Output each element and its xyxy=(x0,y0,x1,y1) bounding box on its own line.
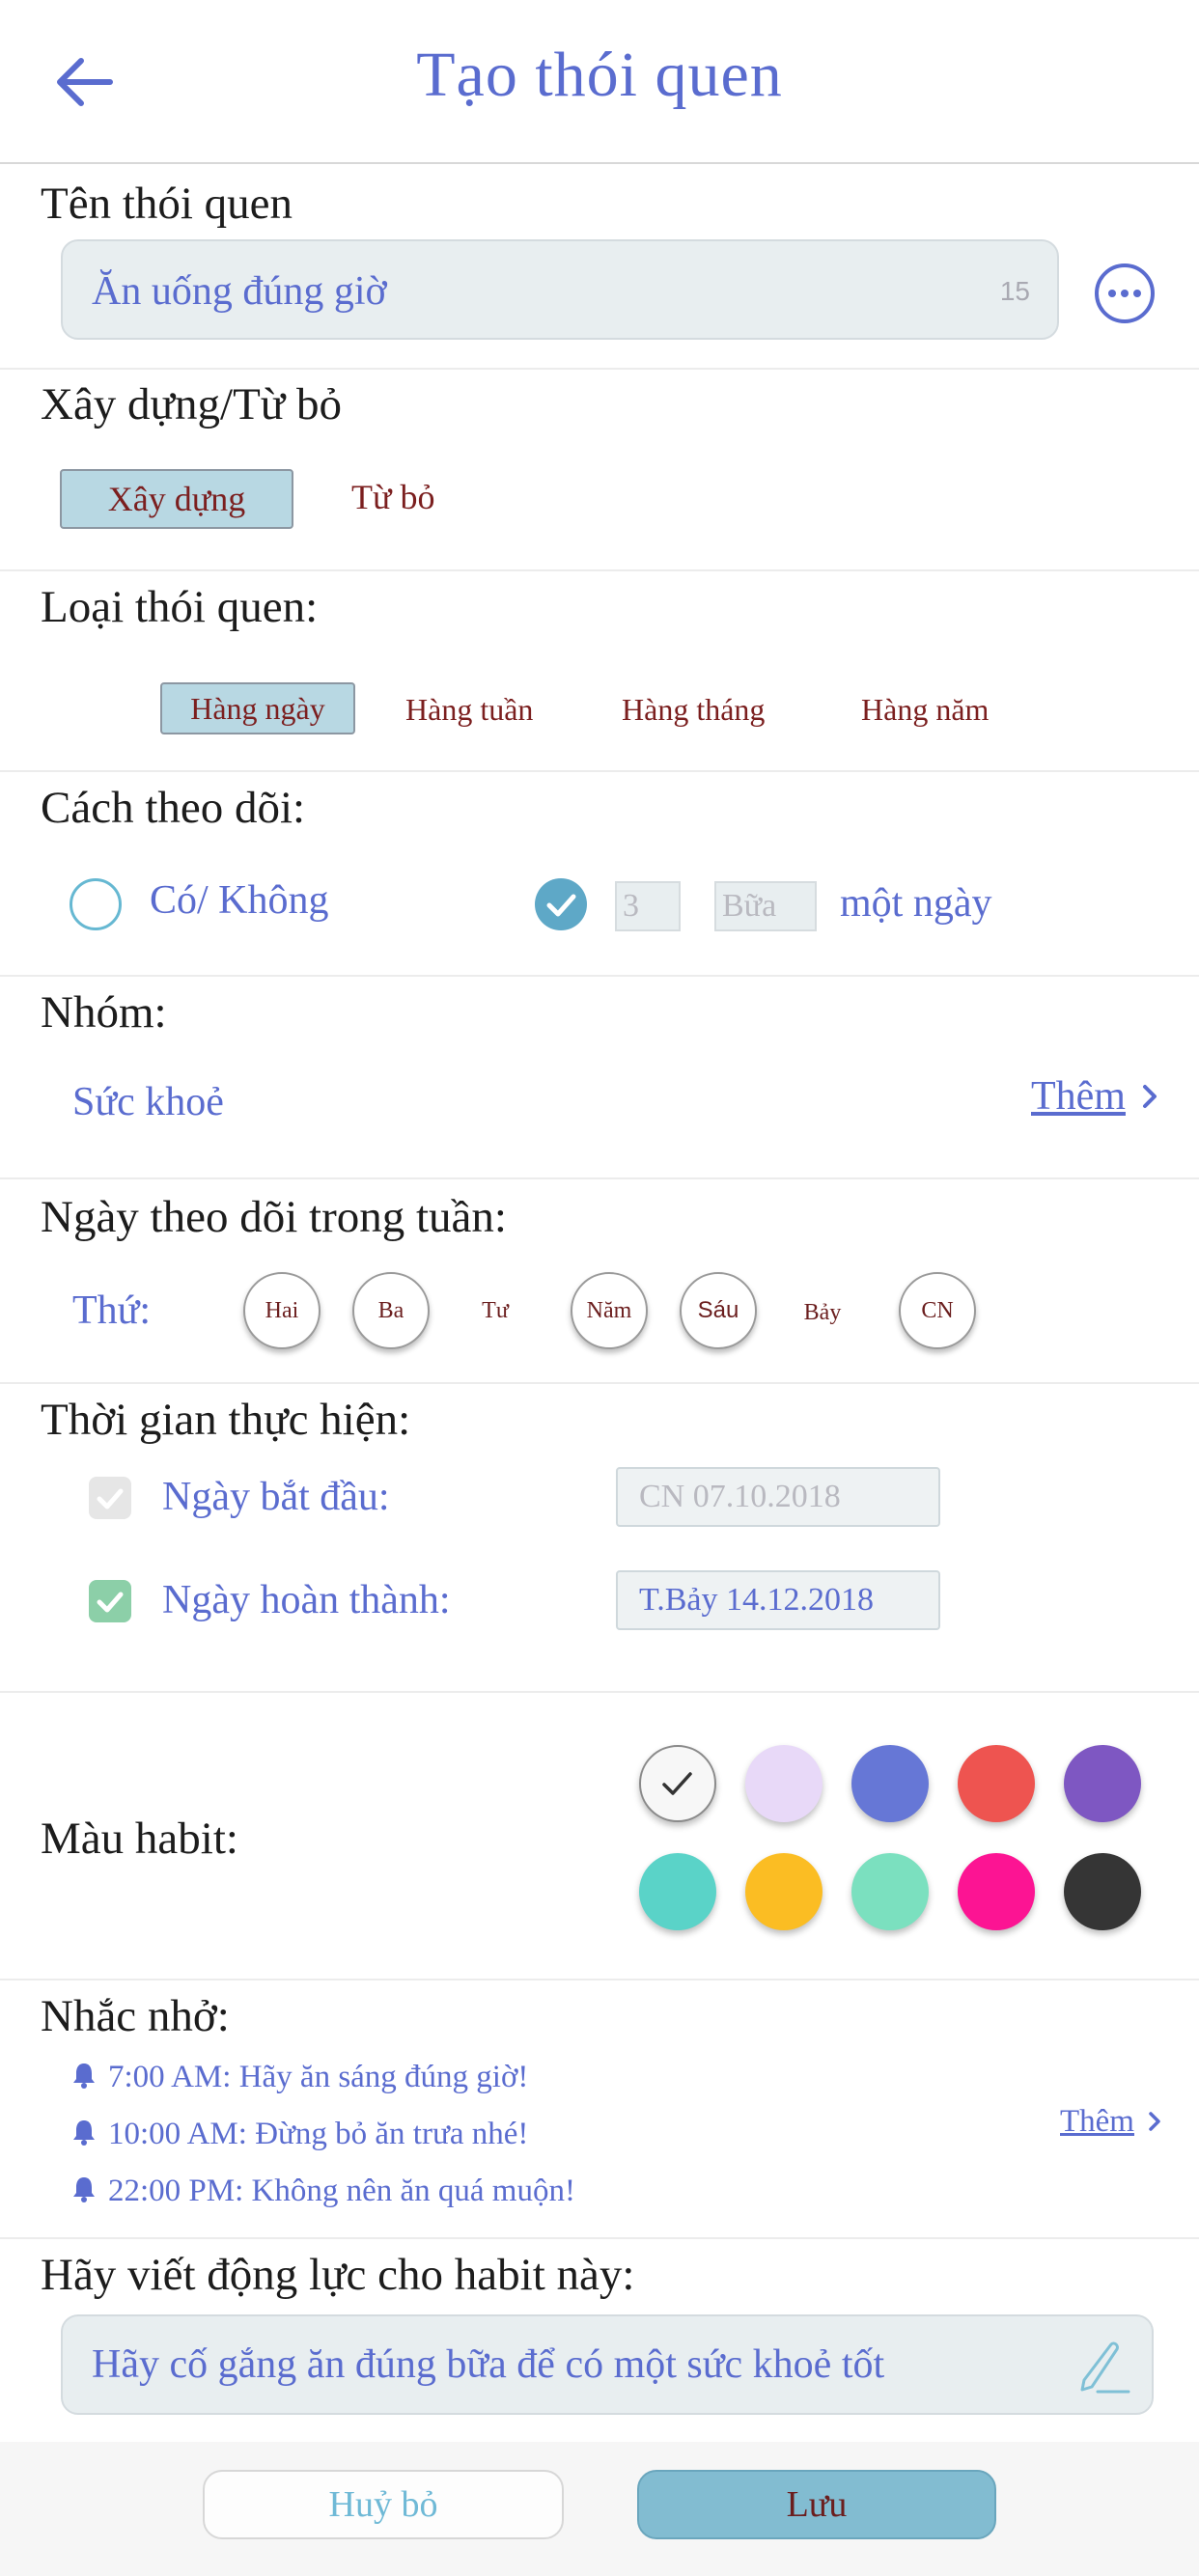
unit-input[interactable]: Bữa xyxy=(714,881,817,931)
end-date-checkbox[interactable] xyxy=(89,1580,131,1622)
day-fri[interactable]: Sáu xyxy=(680,1272,757,1349)
day-tue[interactable]: Ba xyxy=(352,1272,430,1349)
section-divider xyxy=(0,1691,1199,1693)
motivation-title: Hãy viết động lực cho habit này: xyxy=(41,2250,635,2300)
monthly-option[interactable]: Hàng tháng xyxy=(622,692,765,728)
group-title: Nhóm: xyxy=(41,987,167,1038)
reminder-item[interactable]: 7:00 AM: Hãy ăn sáng đúng giờ! xyxy=(70,2060,528,2095)
day-sun[interactable]: CN xyxy=(899,1272,976,1349)
reminder-item[interactable]: 10:00 AM: Đừng bỏ ăn trưa nhé! xyxy=(70,2117,528,2152)
weekday-label: Thứ: xyxy=(72,1288,152,1333)
yearly-option[interactable]: Hàng năm xyxy=(861,692,989,728)
color-swatch[interactable] xyxy=(745,1745,823,1822)
color-swatch[interactable] xyxy=(1064,1853,1141,1930)
check-icon xyxy=(97,1592,124,1613)
yes-no-radio[interactable] xyxy=(70,878,122,930)
weekdays-title: Ngày theo dõi trong tuần: xyxy=(41,1192,507,1242)
section-divider xyxy=(0,2237,1199,2239)
section-divider xyxy=(0,1382,1199,1384)
habit-name-title: Tên thói quen xyxy=(41,179,293,229)
section-divider xyxy=(0,1979,1199,1980)
color-swatch[interactable] xyxy=(745,1853,823,1930)
start-date-checkbox[interactable] xyxy=(89,1477,131,1519)
group-value[interactable]: Sức khoẻ xyxy=(72,1079,224,1125)
color-swatch[interactable] xyxy=(1064,1745,1141,1822)
section-divider xyxy=(0,1177,1199,1179)
bell-icon xyxy=(73,2177,95,2202)
char-count: 15 xyxy=(999,276,1030,306)
quit-option[interactable]: Từ bỏ xyxy=(351,477,435,517)
check-icon xyxy=(97,1488,124,1510)
group-add-link[interactable]: Thêm xyxy=(1031,1073,1162,1120)
more-dots-icon xyxy=(1108,290,1116,297)
color-title: Màu habit: xyxy=(41,1814,238,1864)
cancel-button[interactable]: Huỷ bỏ xyxy=(203,2470,564,2539)
habit-name-input[interactable]: Ăn uống đúng giờ 15 xyxy=(61,239,1059,340)
more-dot xyxy=(1121,290,1129,297)
start-date-field[interactable]: CN 07.10.2018 xyxy=(616,1467,940,1527)
reminder-add-link[interactable]: Thêm xyxy=(1060,2104,1165,2140)
day-thu[interactable]: Năm xyxy=(571,1272,648,1349)
build-option[interactable]: Xây dựng xyxy=(60,469,293,529)
duration-title: Thời gian thực hiện: xyxy=(41,1395,411,1445)
reminder-text: 7:00 AM: Hãy ăn sáng đúng giờ! xyxy=(108,2060,529,2094)
count-input[interactable]: 3 xyxy=(615,881,681,931)
color-palette xyxy=(639,1745,1151,1934)
save-button[interactable]: Lưu xyxy=(637,2470,996,2539)
page-title: Tạo thói quen xyxy=(416,40,783,110)
reminder-text: 22:00 PM: Không nên ăn quá muộn! xyxy=(108,2174,575,2208)
build-quit-title: Xây dựng/Từ bỏ xyxy=(41,379,343,429)
motivation-value: Hãy cố gắng ăn đúng bữa để có một sức kh… xyxy=(92,2342,885,2387)
bell-icon xyxy=(73,2120,95,2146)
habit-type-title: Loại thói quen: xyxy=(41,582,319,632)
start-date-label: Ngày bắt đầu: xyxy=(162,1475,390,1519)
count-radio[interactable] xyxy=(535,878,587,930)
section-divider xyxy=(0,368,1199,370)
bottom-bar xyxy=(0,2442,1199,2576)
color-swatch[interactable] xyxy=(639,1853,716,1930)
check-icon xyxy=(662,1772,692,1795)
reminder-text: 10:00 AM: Đừng bỏ ăn trưa nhé! xyxy=(108,2117,529,2151)
end-date-label: Ngày hoàn thành: xyxy=(162,1578,451,1622)
bell-icon xyxy=(73,2064,95,2089)
reminder-add-label: Thêm xyxy=(1060,2104,1134,2139)
reminder-item[interactable]: 22:00 PM: Không nên ăn quá muộn! xyxy=(70,2174,575,2209)
header-divider xyxy=(0,162,1199,164)
color-swatch[interactable] xyxy=(851,1745,929,1822)
yes-no-label: Có/ Không xyxy=(150,878,329,923)
more-dot xyxy=(1133,290,1141,297)
tracking-title: Cách theo dõi: xyxy=(41,783,306,833)
weekly-option[interactable]: Hàng tuần xyxy=(405,692,533,728)
color-swatch[interactable] xyxy=(851,1853,929,1930)
more-options-button[interactable] xyxy=(1095,263,1155,323)
day-mon[interactable]: Hai xyxy=(243,1272,321,1349)
end-date-field[interactable]: T.Bảy 14.12.2018 xyxy=(616,1570,940,1630)
section-divider xyxy=(0,770,1199,772)
reminders-title: Nhắc nhở: xyxy=(41,1991,230,2041)
daily-option[interactable]: Hàng ngày xyxy=(160,682,355,734)
section-divider xyxy=(0,569,1199,571)
chevron-right-icon xyxy=(1149,2112,1160,2131)
check-icon xyxy=(546,894,576,917)
motivation-input[interactable]: Hãy cố gắng ăn đúng bữa để có một sức kh… xyxy=(61,2314,1154,2415)
group-add-label: Thêm xyxy=(1031,1074,1126,1119)
pen-icon[interactable] xyxy=(1069,2334,1132,2397)
section-divider xyxy=(0,975,1199,977)
chevron-right-icon xyxy=(1142,1085,1157,1108)
per-day-label: một ngày xyxy=(840,881,992,926)
day-sat[interactable]: Bảy xyxy=(784,1274,861,1351)
color-swatch[interactable] xyxy=(958,1745,1035,1822)
color-swatch[interactable] xyxy=(639,1745,716,1822)
day-wed[interactable]: Tư xyxy=(457,1272,534,1349)
habit-name-value: Ăn uống đúng giờ xyxy=(92,269,387,314)
color-swatch[interactable] xyxy=(958,1853,1035,1930)
